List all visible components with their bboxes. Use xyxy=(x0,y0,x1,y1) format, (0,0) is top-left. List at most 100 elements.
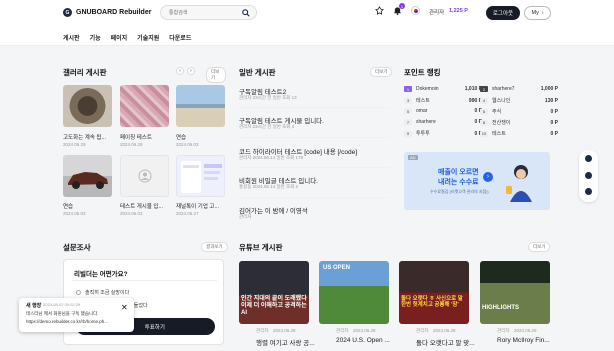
gallery-caption[interactable]: 테스트 게시물 입... xyxy=(120,202,169,210)
search-input[interactable] xyxy=(169,8,239,18)
gallery-caption[interactable]: 연습 xyxy=(63,202,112,210)
gallery-more-button[interactable]: 더보기 xyxy=(206,67,226,83)
main-nav: 게시판 기능 페이지 기술지원 다운로드 xyxy=(63,33,191,42)
youtube-more-button[interactable]: 더보기 xyxy=(528,242,551,252)
pin-icon[interactable] xyxy=(375,6,384,15)
youtube-author: 관리자 xyxy=(336,328,349,333)
post-meta: 관리자 23시간 전 일반 조회 4 xyxy=(239,124,295,129)
chevron-down-icon: › xyxy=(541,10,544,16)
ad-arrow-button[interactable]: › xyxy=(483,172,493,182)
nav-item-features[interactable]: 기능 xyxy=(90,33,101,42)
ad-illustration xyxy=(506,165,532,202)
ranking-row[interactable]: 6 주식 0 P xyxy=(480,108,558,115)
nav-item-download[interactable]: 다운로드 xyxy=(169,33,191,42)
gallery-date: 2024.06.29 xyxy=(63,142,86,147)
youtube-title: 유튜브 게시판 xyxy=(239,243,283,252)
youtube-thumb-overlay: US OPEN xyxy=(323,265,351,271)
poll-question: 리빌더는 어떤가요? xyxy=(74,271,128,278)
youtube-thumb[interactable]: 돌다 오랫다 ㅎ 사신으로 말 한번 헛계치고 공룡해 '장' xyxy=(399,261,469,324)
gallery-caption[interactable]: 고도화는 계속 됩... xyxy=(63,133,112,141)
user-points: 1,225 P xyxy=(449,8,468,14)
youtube-thumb-overlay: 돌다 오랫다 ㅎ 사신으로 말 한번 헛계치고 공룡해 '장' xyxy=(401,296,463,309)
gallery-date: 2024.05.27 xyxy=(176,211,199,216)
image-placeholder-icon xyxy=(138,169,151,183)
search-box xyxy=(160,5,257,20)
youtube-video-title[interactable]: Rory McIlroy Fin... xyxy=(497,337,571,344)
ranking-title: 포인트 랭킹 xyxy=(404,68,441,77)
ranking-row[interactable]: 5 omar 0 P xyxy=(404,108,482,114)
gallery-date: 2024.06.03 xyxy=(63,211,86,216)
youtube-author: 관리자 xyxy=(256,328,269,333)
user-role-label: 관리자 xyxy=(429,10,445,16)
logo-icon: G xyxy=(63,8,72,17)
close-icon[interactable]: ✕ xyxy=(121,303,128,312)
ranking-row[interactable]: 7 sharhere 0 P xyxy=(404,119,482,125)
youtube-thumb[interactable]: HIGHLIGHTS xyxy=(480,261,550,324)
youtube-thumb[interactable]: 인간 지대의 끝이 도래했다 이제 더 이해하고 공격하는 AI xyxy=(239,261,309,324)
gallery-thumb[interactable] xyxy=(63,155,112,197)
toast-url[interactable]: https://demo.rebuilder.co.kr/rb/home.ph.… xyxy=(26,319,108,324)
gallery-date: 2024.06.03 xyxy=(176,142,199,147)
gallery-caption[interactable]: 재널톡이 기업 고... xyxy=(176,202,225,210)
ranking-row[interactable]: 3 테스트 990 P xyxy=(404,97,482,104)
gallery-thumb[interactable] xyxy=(120,85,169,127)
ad-headline-2: 내려는 수수료 xyxy=(438,179,479,186)
gallery-thumb[interactable] xyxy=(176,85,225,127)
notification-badge: 1 xyxy=(399,3,405,9)
gallery-thumb[interactable] xyxy=(120,155,169,197)
youtube-thumb[interactable]: US OPEN xyxy=(319,261,389,324)
user-icon[interactable] xyxy=(585,172,592,179)
gear-icon[interactable] xyxy=(585,155,592,162)
language-flag-icon[interactable] xyxy=(411,6,420,15)
ranking-row[interactable]: 2 sharhere7 1,000 P xyxy=(480,86,558,92)
board-more-button[interactable]: 더보기 xyxy=(370,67,393,77)
logout-button[interactable]: 로그아웃 xyxy=(486,6,520,20)
post-meta: 관리자 2024.06.14 일반 조회 179 xyxy=(239,155,304,160)
nav-item-board[interactable]: 게시판 xyxy=(63,33,80,42)
ad-tag: AD xyxy=(408,155,418,160)
logo-text: GNUBOARD Rebuilder xyxy=(76,9,152,16)
ranking-row[interactable]: 1 Dokemoin 1,010 P xyxy=(404,86,482,92)
ranking-row[interactable]: 10 테스트 0 P xyxy=(480,130,558,137)
side-quick-dock xyxy=(579,150,598,202)
poll-option[interactable]: 솔직히 조금 실망이다 xyxy=(76,289,129,296)
youtube-date: 2024.06.29 xyxy=(353,328,376,333)
gallery-caption[interactable]: 연습 xyxy=(176,133,225,141)
app-screenshot-image xyxy=(181,161,222,193)
notification-bell[interactable]: 1 xyxy=(393,3,405,15)
youtube-video-title[interactable]: 행렬 여기고 사랑 공... xyxy=(256,337,330,347)
toast-title: 새 행장 xyxy=(26,303,42,309)
chat-icon[interactable] xyxy=(585,188,592,195)
board-title: 일반 게시판 xyxy=(239,68,276,77)
nav-item-support[interactable]: 기술지원 xyxy=(137,33,159,42)
ranking-row[interactable]: 8 전산쟁이 0 P xyxy=(480,119,558,126)
youtube-date: 2024.06.29 xyxy=(433,328,456,333)
gallery-thumb[interactable] xyxy=(176,155,225,197)
site-header: G GNUBOARD Rebuilder 1 관리자 1,225 P 로그아웃 … xyxy=(0,0,614,46)
post-meta: 관리자 23시간 전 일반 조회 13 xyxy=(239,95,297,100)
gallery-next-button[interactable]: › xyxy=(187,67,195,75)
gallery-caption[interactable]: 페이징 테스트 xyxy=(120,133,169,141)
youtube-author: 관리자 xyxy=(416,328,429,333)
youtube-video-title[interactable]: 돌다 오랫다고 말 맞... xyxy=(416,337,490,347)
gallery-prev-button[interactable]: ‹ xyxy=(176,67,184,75)
nav-item-pages[interactable]: 페이지 xyxy=(111,33,128,42)
search-icon[interactable] xyxy=(242,9,250,17)
toast-time: 2024-08-02 00:02:29 xyxy=(43,302,81,307)
gallery-thumb[interactable] xyxy=(63,85,112,127)
my-label: My xyxy=(531,10,539,16)
youtube-date: 2024.06.29 xyxy=(514,328,537,333)
poll-result-button[interactable]: 결과보기 xyxy=(201,242,228,252)
my-menu-button[interactable]: My › xyxy=(524,6,551,20)
notification-toast[interactable]: 새 행장 2024-08-02 00:02:29 테스터님 께서 화원님을 구독… xyxy=(19,298,134,332)
ad-subtext: 수수료절감 (티켓고객 관리의 지점!) xyxy=(430,189,489,194)
youtube-video-title[interactable]: 2024 U.S. Open ... xyxy=(336,337,410,344)
youtube-thumb-overlay: 인간 지대의 끝이 도래했다 이제 더 이해하고 공격하는 AI xyxy=(241,296,307,316)
site-logo[interactable]: G GNUBOARD Rebuilder xyxy=(63,8,151,17)
ranking-row[interactable]: 9 투투투 0 P xyxy=(404,130,482,137)
ad-banner[interactable]: AD 매출이 오르면 내려는 수수료 수수료절감 (티켓고객 관리의 지점!) … xyxy=(404,152,550,210)
ranking-row[interactable]: 4 웹스나인 130 P xyxy=(480,97,558,104)
youtube-author: 관리자 xyxy=(497,328,510,333)
post-meta: 홍길동 2024.06.14 일반 조회 2 xyxy=(239,184,299,189)
ad-headline-1: 매출이 오르면 xyxy=(438,169,479,176)
